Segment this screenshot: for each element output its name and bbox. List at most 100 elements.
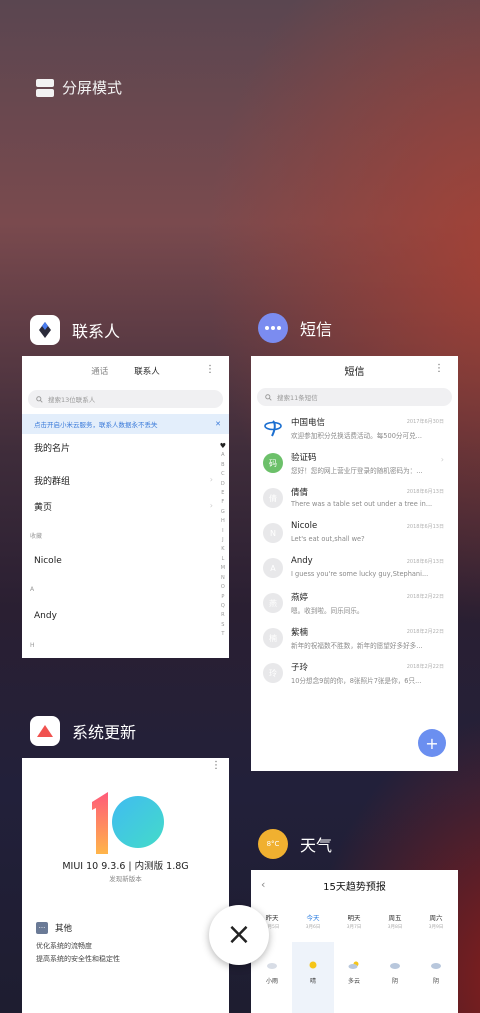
index-letter[interactable]: E bbox=[221, 489, 224, 497]
messages-title: 短信 bbox=[344, 366, 365, 378]
index-letter[interactable]: A bbox=[221, 451, 224, 459]
avatar: 燕 bbox=[263, 593, 283, 613]
message-thread[interactable]: 玲 子玲 10分想念9前的你，8张照片7张是你，6只... 2018年2月22日 bbox=[263, 659, 450, 691]
index-letter[interactable]: R bbox=[221, 611, 224, 619]
more-icon[interactable]: ⋮ bbox=[211, 760, 221, 771]
changelog-line: 提高系统的安全性和稳定性 bbox=[36, 955, 120, 963]
tab-contacts[interactable]: 联系人 bbox=[134, 365, 160, 377]
index-letter[interactable]: F bbox=[221, 498, 224, 506]
updater-app-header[interactable]: 系统更新 bbox=[30, 716, 136, 746]
messages-app-header[interactable]: 短信 bbox=[258, 313, 332, 343]
messages-card[interactable]: 短信 ⋮ 搜索11条短信 中国电信 欢迎参加积分兑换话费活动。每500分可兑..… bbox=[251, 356, 458, 771]
message-thread[interactable]: 中国电信 欢迎参加积分兑换话费活动。每500分可兑... 2017年6月30日 bbox=[263, 414, 450, 446]
more-icon[interactable]: ⋮ bbox=[434, 363, 444, 374]
thread-preview: 嗯。收到啦。同乐同乐。 bbox=[291, 607, 364, 615]
section-header-h: H bbox=[30, 642, 35, 649]
avatar: 倩 bbox=[263, 488, 283, 508]
forecast-day[interactable]: 周六 3月9日 bbox=[416, 912, 456, 930]
forecast-day[interactable]: 今天 3月6日 bbox=[293, 912, 333, 930]
forecast-day[interactable]: 周五 3月8日 bbox=[375, 912, 415, 930]
message-thread[interactable]: 燕 燕婷 嗯。收到啦。同乐同乐。 2018年2月22日 bbox=[263, 589, 450, 621]
forecast-day[interactable]: 明天 3月7日 bbox=[334, 912, 374, 930]
message-thread[interactable]: 倩 倩倩 There was a table set out under a t… bbox=[263, 484, 450, 516]
thread-name: Nicole bbox=[291, 521, 318, 531]
tab-calls[interactable]: 通话 bbox=[91, 365, 108, 377]
index-letter[interactable]: S bbox=[221, 621, 224, 629]
updater-app-icon bbox=[30, 716, 60, 746]
message-thread[interactable]: 码 验证码 您好！您的网上营业厅登录的随机密码为：... › bbox=[263, 449, 450, 481]
cloudy-icon bbox=[390, 963, 400, 969]
index-letter[interactable]: K bbox=[221, 545, 224, 553]
index-letter[interactable]: C bbox=[221, 470, 225, 478]
forecast-condition: 阴 bbox=[391, 978, 398, 985]
more-icon[interactable]: ⋮ bbox=[205, 364, 215, 375]
clear-all-button[interactable]: × bbox=[209, 905, 269, 965]
messages-app-icon bbox=[258, 313, 288, 343]
thread-name: 紫楠 bbox=[291, 628, 309, 638]
split-screen-button[interactable]: 分屏模式 bbox=[36, 77, 122, 98]
thread-name: 倩倩 bbox=[291, 488, 309, 498]
yellow-pages-item[interactable]: 黄页 bbox=[34, 500, 52, 513]
thread-date: 2018年6月13日 bbox=[406, 559, 444, 565]
new-version-text[interactable]: 发现新版本 bbox=[22, 873, 229, 883]
compose-button[interactable]: + bbox=[418, 729, 446, 757]
index-letter[interactable]: Q bbox=[221, 602, 225, 610]
index-letter[interactable]: P bbox=[221, 593, 224, 601]
index-letter[interactable]: L bbox=[221, 555, 224, 563]
changelog-other-label: 其他 bbox=[55, 924, 73, 934]
message-thread[interactable]: N Nicole Let's eat out,shall we? 2018年6月… bbox=[263, 519, 450, 551]
forecast-date: 3月7日 bbox=[346, 925, 362, 930]
contacts-app-header[interactable]: 联系人 bbox=[30, 315, 120, 345]
message-thread[interactable]: 楠 紫楠 新年的祝福数不胜数，新年的愿望好多好多... 2018年2月22日 bbox=[263, 624, 450, 656]
index-letter[interactable]: H bbox=[221, 517, 225, 525]
split-screen-icon bbox=[36, 78, 54, 97]
back-icon[interactable]: ‹ bbox=[261, 878, 265, 891]
index-letter[interactable]: D bbox=[221, 480, 225, 488]
index-letter[interactable]: I bbox=[222, 527, 223, 535]
thread-date: 2018年6月13日 bbox=[406, 524, 444, 530]
index-letter[interactable]: ♥ bbox=[220, 442, 226, 450]
forecast-condition: 晴 bbox=[309, 978, 316, 985]
index-letter[interactable]: G bbox=[221, 508, 225, 516]
index-letter[interactable]: B bbox=[221, 461, 224, 469]
my-groups-item[interactable]: 我的群组 bbox=[34, 474, 70, 487]
thread-date: 2018年2月22日 bbox=[406, 594, 444, 600]
section-header-favorites: 收藏 bbox=[30, 533, 43, 540]
avatar: 码 bbox=[263, 453, 283, 473]
china-telecom-logo-icon bbox=[263, 418, 283, 438]
alphabet-index[interactable]: ♥ A B C D E F G H I J K L M N O P Q R S … bbox=[220, 442, 226, 639]
contact-item[interactable]: Nicole bbox=[34, 556, 62, 566]
messages-title-bar: 短信 ⋮ bbox=[251, 356, 458, 384]
my-card-item[interactable]: 我的名片 bbox=[34, 441, 70, 454]
updater-card[interactable]: ⋮ MIUI 10 9.3.6 | 内测版 1.8G 发现新版本 ··· 其他 … bbox=[22, 758, 229, 1013]
messages-search-placeholder: 搜索11条短信 bbox=[277, 394, 318, 402]
contacts-search-input[interactable]: 搜索13位联系人 bbox=[28, 390, 223, 408]
index-letter[interactable]: N bbox=[221, 574, 225, 582]
contact-item[interactable]: Andy bbox=[34, 611, 57, 621]
messages-app-label: 短信 bbox=[300, 320, 333, 339]
index-letter[interactable]: M bbox=[221, 564, 225, 572]
contacts-card[interactable]: 通话 联系人 ⋮ 搜索13位联系人 点击开启小米云服务，联系人数据永不丢失 ✕ … bbox=[22, 356, 229, 658]
thread-name: 验证码 bbox=[291, 453, 317, 463]
weather-app-header[interactable]: 8°C 天气 bbox=[258, 829, 332, 859]
rain-icon bbox=[267, 963, 277, 969]
weather-title-bar: ‹ 15天趋势预报 bbox=[251, 870, 458, 900]
weather-app-icon: 8°C bbox=[258, 829, 288, 859]
messages-search-input[interactable]: 搜索11条短信 bbox=[257, 388, 452, 406]
weather-app-label: 天气 bbox=[300, 836, 333, 855]
avatar: A bbox=[263, 558, 283, 578]
cloud-banner[interactable]: 点击开启小米云服务，联系人数据永不丢失 ✕ bbox=[22, 414, 229, 434]
version-text: MIUI 10 9.3.6 | 内测版 1.8G bbox=[62, 861, 189, 872]
weather-card[interactable]: ‹ 15天趋势预报 昨天 3月5日 今天 3月6日 明天 3月7日 周五 3月8… bbox=[251, 870, 458, 1013]
forecast-day-label: 周六 bbox=[429, 914, 443, 922]
section-header-a: A bbox=[30, 586, 35, 593]
chevron-right-icon: › bbox=[440, 455, 444, 464]
cloud-banner-text: 点击开启小米云服务，联系人数据永不丢失 bbox=[34, 421, 158, 429]
contacts-app-label: 联系人 bbox=[72, 322, 121, 341]
close-icon[interactable]: ✕ bbox=[215, 420, 221, 428]
index-letter[interactable]: O bbox=[221, 583, 225, 591]
index-letter[interactable]: T bbox=[221, 630, 224, 638]
index-letter[interactable]: J bbox=[222, 536, 223, 544]
contacts-app-icon bbox=[30, 315, 60, 345]
message-thread[interactable]: A Andy I guess you're some lucky guy,Ste… bbox=[263, 554, 450, 586]
